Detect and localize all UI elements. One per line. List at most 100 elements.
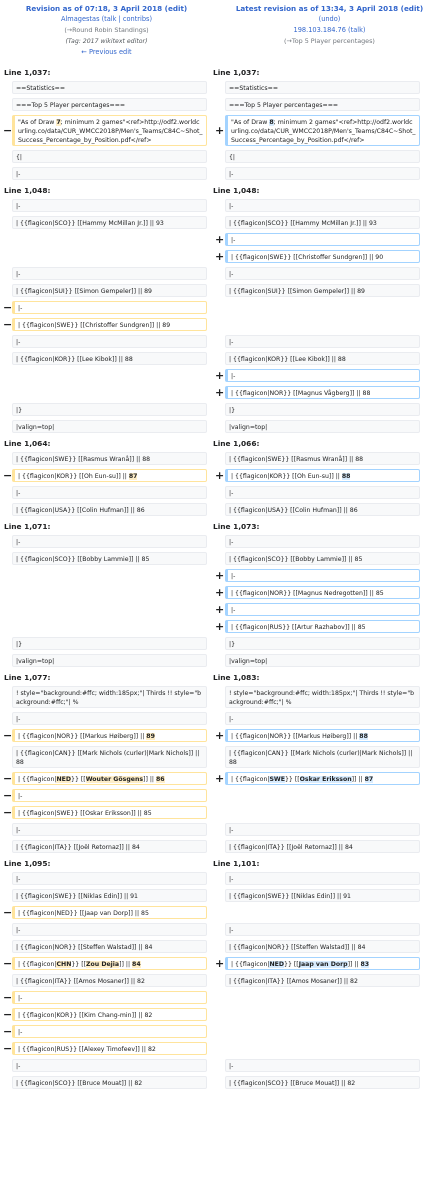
- diff-text: |-: [16, 716, 21, 723]
- diff-text: | {{flagicon|NOR}} [[Steffen Walstad]] |…: [229, 944, 366, 951]
- diff-text: |-: [16, 171, 21, 178]
- old-revision-title[interactable]: Revision as of 07:18, 3 April 2018 (edit…: [0, 3, 213, 14]
- removed-line-marker: −: [3, 905, 13, 919]
- diff-text: | {{flagicon|: [231, 961, 270, 968]
- removed-line-marker: −: [3, 990, 13, 1004]
- diff-text: |-: [231, 373, 236, 380]
- old-line-cell: | {{flagicon|SWE}} [[Rasmus Wranå]] || 8…: [12, 452, 207, 465]
- diff-text: | {{flagicon|ITA}} [[Joël Retornaz]] || …: [16, 844, 140, 851]
- new-line-cell: |-: [225, 535, 420, 548]
- removed-line-marker: −: [3, 788, 13, 802]
- old-line-cell: | {{flagicon|ITA}} [[Joël Retornaz]] || …: [12, 840, 207, 853]
- new-line-cell: | {{flagicon|ITA}} [[Amos Mosaner]] || 8…: [225, 974, 420, 987]
- added-word: SWE: [269, 776, 285, 783]
- removed-line-marker: −: [3, 300, 13, 314]
- new-revision-title[interactable]: Latest revision as of 13:34, 3 April 201…: [223, 3, 436, 14]
- deleted-word: 89: [146, 733, 155, 740]
- old-line-cell: | {{flagicon|SWE}} [[Niklas Edin]] || 91: [12, 889, 207, 902]
- diff-text: | {{flagicon|SUI}} [[Simon Gempeler]] ||…: [16, 288, 152, 295]
- diff-text: | {{flagicon|ITA}} [[Amos Mosaner]] || 8…: [16, 978, 145, 985]
- old-line-cell: | {{flagicon|NOR}} [[Steffen Walstad]] |…: [12, 940, 207, 953]
- diff-text: |-: [16, 876, 21, 883]
- previous-edit-link[interactable]: ← Previous edit: [0, 47, 213, 58]
- old-line-cell: | {{flagicon|USA}} [[Colin Hufman]] || 8…: [12, 503, 207, 516]
- new-line-cell: | {{flagicon|SUI}} [[Simon Gempeler]] ||…: [225, 284, 420, 297]
- added-word: 83: [360, 961, 370, 968]
- deleted-word: NED: [56, 776, 72, 783]
- old-revision-user[interactable]: Almagestas (talk | contribs): [0, 14, 213, 25]
- new-line-cell: | {{flagicon|SWE}} [[Christoffer Sundgre…: [225, 250, 420, 263]
- new-line-cell: |-: [225, 712, 420, 725]
- added-line-marker: +: [215, 249, 225, 263]
- diff-text: ]] ||: [119, 961, 133, 968]
- new-line-cell: |}: [225, 403, 420, 416]
- diff-text: | {{flagicon|NOR}} [[Markus Høiberg]] ||: [18, 733, 147, 740]
- new-line-cell: |}: [225, 637, 420, 650]
- diff-text: |}: [229, 407, 236, 414]
- removed-line-marker: −: [3, 1007, 13, 1021]
- new-line-cell: | {{flagicon|SWE}} [[Rasmus Wranå]] || 8…: [225, 452, 420, 465]
- old-line-cell: |-: [12, 1059, 207, 1072]
- new-revision-summary[interactable]: (→Top 5 Player percentages): [223, 36, 436, 47]
- diff-text: | {{flagicon|SCO}} [[Bobby Lammie]] || 8…: [229, 556, 363, 563]
- diff-text: | {{flagicon|ITA}} [[Joël Retornaz]] || …: [229, 844, 353, 851]
- diff-text: |-: [229, 716, 234, 723]
- old-line-cell: {|: [12, 150, 207, 163]
- removed-line-marker: −: [3, 805, 13, 819]
- diff-text: | {{flagicon|KOR}} [[Kim Chang-min]] || …: [18, 1012, 153, 1019]
- diff-text: | {{flagicon|: [231, 776, 270, 783]
- diff-text: |-: [231, 573, 236, 580]
- old-line-cell: ==Statistics==: [12, 81, 207, 94]
- new-line-cell: | {{flagicon|SWE}} [[Niklas Edin]] || 91: [225, 889, 420, 902]
- old-line-cell: |-: [12, 267, 207, 280]
- deleted-word: CHN: [56, 961, 72, 968]
- new-line-cell: | {{flagicon|NOR}} [[Markus Høiberg]] ||…: [225, 729, 420, 742]
- old-line-cell: | {{flagicon|KOR}} [[Kim Chang-min]] || …: [12, 1008, 207, 1021]
- new-line-number: Line 1,066:: [213, 439, 260, 448]
- new-line-cell: | {{flagicon|NED}} [[Jaap van Dorp]] || …: [225, 957, 420, 970]
- new-line-cell: |-: [225, 369, 420, 382]
- new-revision-header: Latest revision as of 13:34, 3 April 201…: [223, 3, 436, 47]
- diff-text: | {{flagicon|: [18, 961, 57, 968]
- diff-text: | {{flagicon|NOR}} [[Markus Høiberg]] ||: [231, 733, 360, 740]
- new-line-cell: |-: [225, 872, 420, 885]
- diff-text: | {{flagicon|ITA}} [[Amos Mosaner]] || 8…: [229, 978, 358, 985]
- old-line-cell: | {{flagicon|SWE}} [[Christoffer Sundgre…: [12, 318, 207, 331]
- new-line-cell: | {{flagicon|KOR}} [[Oh Eun-su]] || 88: [225, 469, 420, 482]
- removed-line-marker: −: [3, 771, 13, 785]
- diff-text: | {{flagicon|SWE}} [[Niklas Edin]] || 91: [16, 893, 138, 900]
- diff-text: | {{flagicon|SCO}} [[Bruce Mouat]] || 82: [16, 1080, 143, 1087]
- deleted-word: 87: [128, 473, 138, 480]
- added-line-marker: +: [215, 728, 225, 742]
- old-revision-summary[interactable]: (→Round Robin Standings): [0, 25, 213, 36]
- new-line-cell: |-: [225, 335, 420, 348]
- undo-link[interactable]: (undo): [223, 14, 436, 25]
- new-line-cell: | {{flagicon|USA}} [[Colin Hufman]] || 8…: [225, 503, 420, 516]
- diff-text: | {{flagicon|NOR}} [[Steffen Walstad]] |…: [16, 944, 153, 951]
- old-line-cell: |-: [12, 872, 207, 885]
- old-line-cell: |-: [12, 301, 207, 314]
- old-line-cell: |-: [12, 712, 207, 725]
- added-line-marker: +: [215, 232, 225, 246]
- added-line-marker: +: [215, 568, 225, 582]
- diff-text: | {{flagicon|KOR}} [[Oh Eun-su]] ||: [18, 473, 129, 480]
- new-revision-user[interactable]: 198.103.184.76 (talk): [223, 25, 436, 36]
- old-line-cell: |-: [12, 486, 207, 499]
- old-line-cell: |-: [12, 991, 207, 1004]
- old-line-cell: ! style="background:#ffc; width:185px;"|…: [12, 686, 207, 708]
- old-line-number: Line 1,095:: [4, 859, 51, 868]
- diff-text: |-: [16, 490, 21, 497]
- new-line-cell: |valign=top|: [225, 654, 420, 667]
- added-word: 87: [364, 776, 374, 783]
- diff-text: | {{flagicon|SCO}} [[Bruce Mouat]] || 82: [229, 1080, 356, 1087]
- new-line-cell: |-: [225, 923, 420, 936]
- diff-text: | {{flagicon|SWE}} [[Rasmus Wranå]] || 8…: [16, 456, 151, 463]
- diff-text: | {{flagicon|KOR}} [[Lee Kibok]] || 88: [229, 356, 346, 363]
- new-line-cell: |-: [225, 603, 420, 616]
- added-line-marker: +: [215, 385, 225, 399]
- diff-text: }} [[: [71, 961, 87, 968]
- new-line-cell: |-: [225, 199, 420, 212]
- diff-text: |-: [229, 927, 234, 934]
- old-line-cell: | {{flagicon|ITA}} [[Amos Mosaner]] || 8…: [12, 974, 207, 987]
- diff-text: | {{flagicon|NOR}} [[Magnus Vågberg]] ||…: [231, 390, 371, 397]
